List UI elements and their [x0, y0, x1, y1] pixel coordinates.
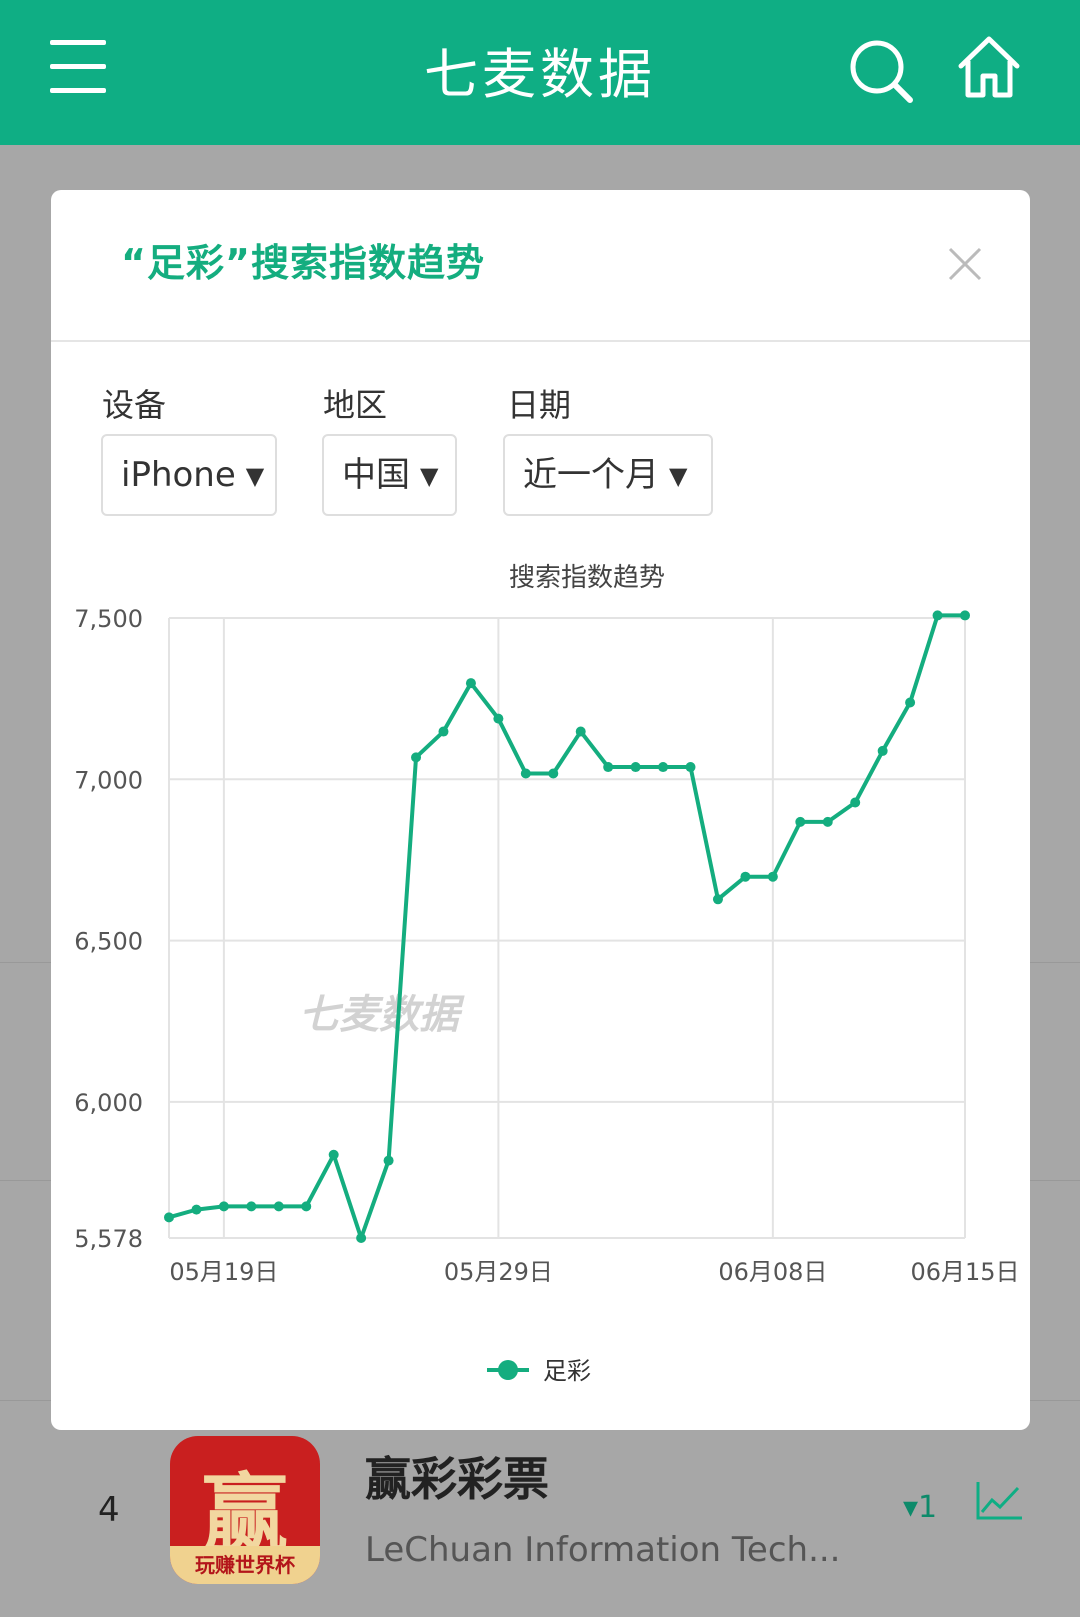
trend-chart-svg: 搜索指数趋势 7,500 7,000 6,500 6,000 5,578 05月19日 05月…	[74, 563, 1019, 1385]
app-icon-banner: 玩赚世界杯	[170, 1546, 320, 1584]
data-point	[356, 1233, 367, 1243]
search-icon[interactable]	[848, 38, 914, 104]
y-tick-label: 6,500	[74, 928, 143, 956]
x-tick-label: 05月19日	[169, 1258, 278, 1286]
series-line-zucai	[168, 613, 965, 1240]
data-point	[493, 713, 504, 724]
x-tick-label: 06月15日	[910, 1258, 1019, 1286]
data-point	[465, 678, 476, 689]
data-point	[877, 745, 888, 756]
rank-change: ▾1	[903, 1490, 938, 1525]
app-title: 七麦数据	[424, 43, 656, 106]
y-tick-label: 7,000	[74, 766, 143, 794]
data-point	[850, 797, 861, 808]
data-point	[191, 1204, 202, 1215]
home-icon[interactable]	[955, 34, 1023, 100]
app-developer: LeChuan Information Tech...	[365, 1530, 841, 1570]
y-tick-label: 6,000	[74, 1089, 143, 1117]
data-point	[932, 610, 943, 621]
app-bar: 七麦数据	[0, 0, 1080, 145]
data-point	[411, 752, 422, 763]
y-tick-label: 5,578	[74, 1225, 143, 1253]
y-tick-label: 7,500	[74, 605, 143, 633]
data-point	[301, 1201, 312, 1212]
data-point	[164, 1212, 174, 1223]
app-icon[interactable]: 赢 玩赚世界杯	[170, 1436, 320, 1584]
data-point	[575, 726, 586, 737]
data-point	[712, 894, 723, 905]
data-point	[740, 871, 751, 882]
trend-chart-icon[interactable]	[976, 1480, 1024, 1520]
search-trend-modal: “足彩”搜索指数趋势 设备 地区 日期 iPhone ▼ 中国 ▼ 近一个月 ▼ 搜索…	[51, 190, 1030, 1430]
data-point	[685, 762, 696, 773]
data-point	[383, 1155, 394, 1166]
data-point	[438, 726, 449, 737]
data-point	[273, 1201, 284, 1212]
data-point	[328, 1149, 339, 1160]
data-point	[630, 762, 641, 773]
data-point	[767, 871, 778, 882]
app-name[interactable]: 赢彩彩票	[365, 1443, 549, 1509]
data-point	[520, 768, 531, 779]
x-tick-label: 06月08日	[718, 1258, 827, 1286]
chart-watermark: 七麦数据	[299, 992, 465, 1038]
rank-number: 4	[98, 1490, 120, 1530]
x-tick-label: 05月29日	[444, 1258, 553, 1286]
hamburger-menu-icon[interactable]	[48, 38, 110, 100]
data-point	[246, 1201, 257, 1212]
trend-chart: 搜索指数趋势 7,500 7,000 6,500 6,000 5,578 05月19日 05月…	[51, 190, 1030, 1430]
legend-marker	[498, 1360, 518, 1380]
data-point	[603, 762, 614, 773]
data-point	[218, 1201, 229, 1212]
data-point	[548, 768, 559, 779]
data-point	[905, 697, 916, 708]
data-point	[960, 610, 970, 621]
data-point	[795, 816, 806, 827]
data-point	[822, 816, 833, 827]
data-point	[658, 762, 669, 773]
legend-label: 足彩	[543, 1357, 591, 1385]
chart-title: 搜索指数趋势	[509, 563, 665, 593]
